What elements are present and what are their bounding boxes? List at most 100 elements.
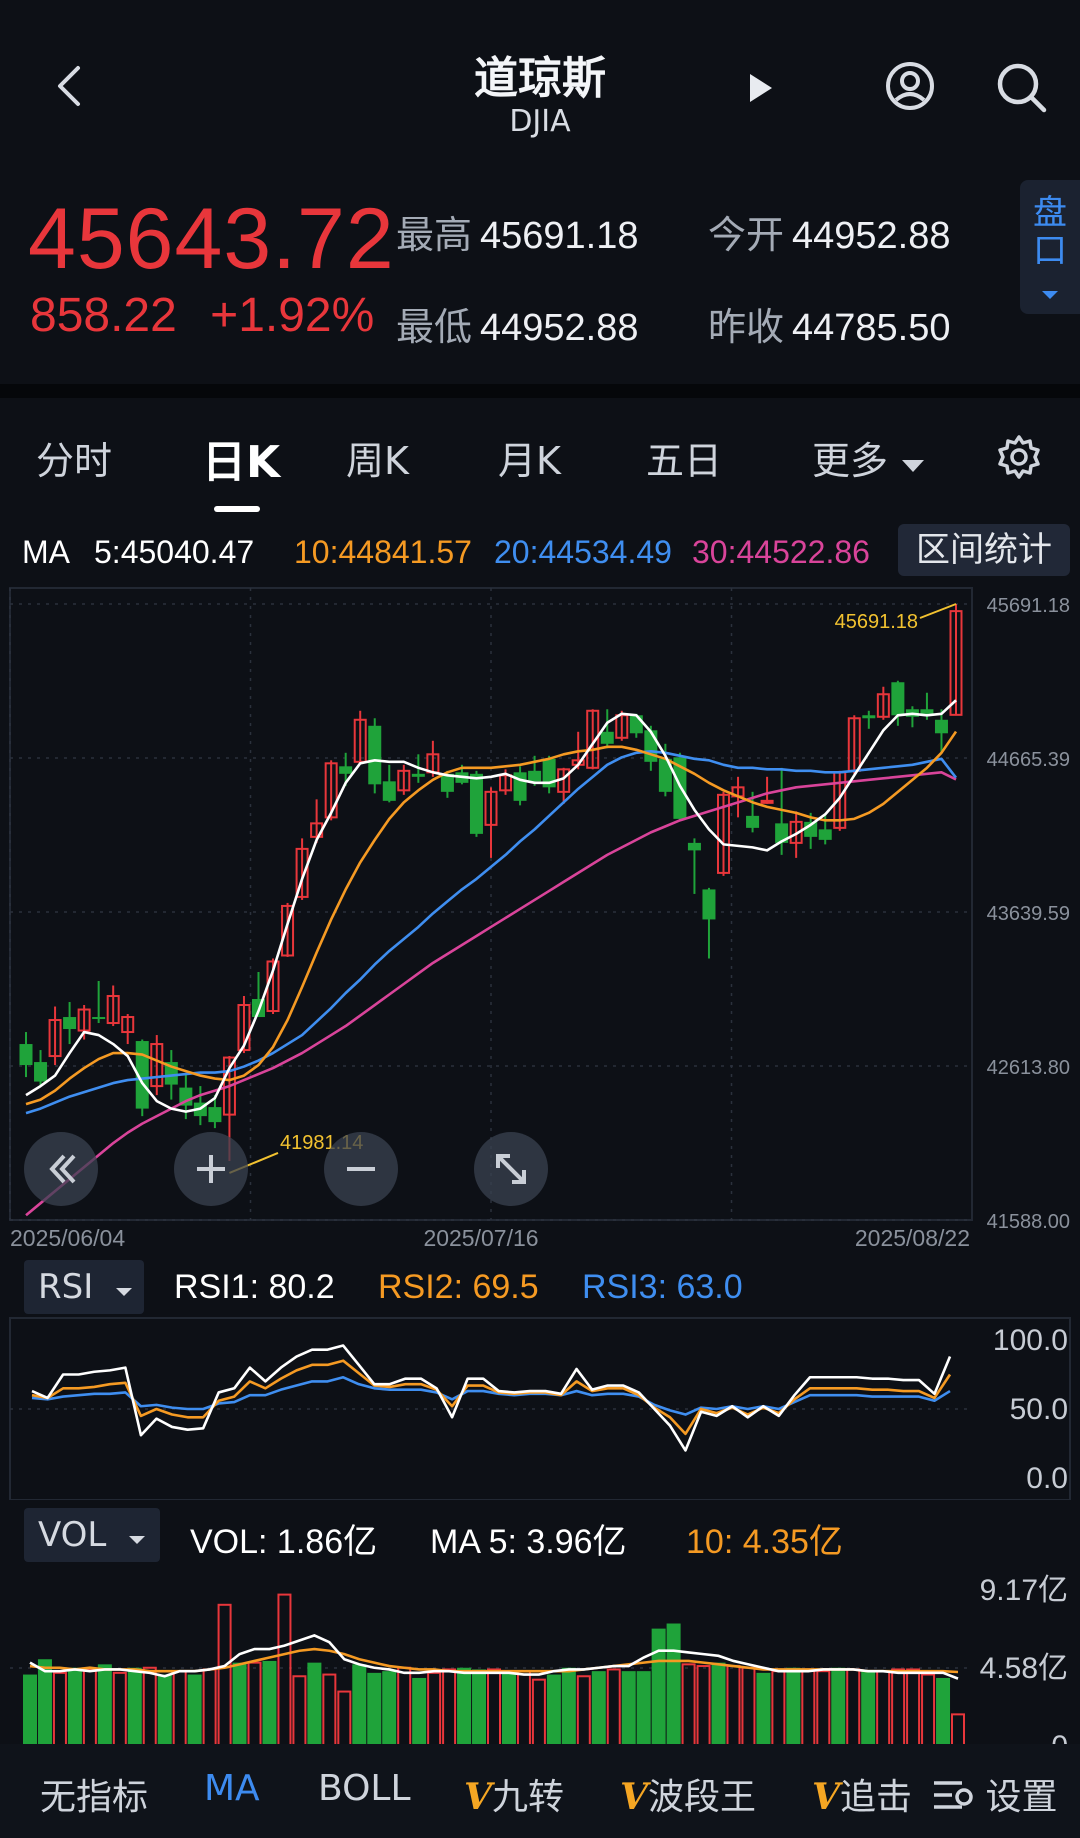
volume-bar-down	[232, 1662, 247, 1746]
ma30-value: 30:44522.86	[692, 534, 870, 570]
change-value: 858.22	[30, 289, 177, 342]
scroll-left-button[interactable]	[24, 1132, 98, 1206]
ma20-value: 20:44534.49	[494, 534, 672, 570]
volume-chart[interactable]: 9.17亿4.58亿0	[0, 1560, 1080, 1750]
zoom-in-button[interactable]	[174, 1132, 248, 1206]
rsi-chart[interactable]: 100.0 50.0 0.0	[0, 1316, 1080, 1500]
volume-bar-up	[681, 1663, 696, 1747]
volume-bar-down	[127, 1667, 142, 1746]
pankou-button[interactable]: 盘口	[1020, 180, 1080, 314]
nav-ma[interactable]: MA	[204, 1768, 260, 1809]
high-marker-label: 45691.18	[835, 611, 918, 633]
volume-bar-down	[621, 1671, 636, 1746]
nav-settings[interactable]: 设置	[932, 1768, 1057, 1820]
candle-down	[411, 773, 425, 777]
range-stats-button[interactable]: 区间统计	[898, 524, 1070, 576]
settings-gear-icon[interactable]	[996, 434, 1042, 480]
candle-down	[644, 730, 658, 762]
volume-bar-up	[322, 1673, 337, 1747]
tab-daily-k[interactable]: 日K	[202, 426, 280, 490]
volume-bar-down	[23, 1674, 37, 1746]
caret-down-icon	[1042, 291, 1058, 299]
tab-weekly-k[interactable]: 周K	[346, 430, 409, 485]
candle-down	[818, 829, 832, 840]
volume-bar-up	[82, 1668, 97, 1747]
price-axis-label: 45691.18	[987, 595, 1070, 617]
volume-bar-down	[861, 1671, 876, 1746]
volume-bar-up	[292, 1675, 307, 1747]
ma10-value: 10:44841.57	[294, 534, 472, 570]
nav-chase[interactable]: V追击	[812, 1768, 912, 1820]
volume-bar-down	[412, 1677, 427, 1746]
next-index-icon[interactable]	[746, 70, 776, 106]
candle-down	[92, 1017, 106, 1020]
candle-down	[920, 709, 934, 714]
volume-bar-up	[891, 1668, 906, 1747]
volume-bar-down	[591, 1671, 606, 1746]
volume-bar-up	[516, 1670, 531, 1747]
low-value: 44952.88	[480, 307, 639, 349]
open-stat: 今开 44952.88	[708, 204, 951, 259]
rsi-selector-label: RSI	[38, 1267, 94, 1307]
volume-bar-up	[442, 1668, 457, 1747]
volume-bar-up	[52, 1671, 67, 1747]
tab-intraday[interactable]: 分时	[36, 430, 112, 485]
price-change: 858.22 +1.92%	[30, 288, 374, 343]
low-label: 最低	[396, 305, 473, 349]
tab-five-day[interactable]: 五日	[646, 430, 722, 485]
search-icon[interactable]	[994, 60, 1048, 114]
nav-no-indicator[interactable]: 无指标	[40, 1768, 148, 1820]
volume-bar-up	[801, 1668, 816, 1747]
candle-down	[746, 815, 760, 828]
fullscreen-button[interactable]	[474, 1132, 548, 1206]
v-badge-icon: V	[620, 1776, 648, 1818]
user-icon[interactable]	[884, 60, 936, 112]
nav-settings-label: 设置	[985, 1777, 1058, 1818]
nav-nine-turn[interactable]: V九转	[464, 1768, 564, 1820]
volume-bar-down	[262, 1660, 277, 1746]
volume-bar-up	[876, 1670, 891, 1747]
rsi-axis-label: 100.0	[993, 1324, 1068, 1357]
rsi3-value: RSI3: 63.0	[582, 1268, 743, 1306]
tab-more-label: 更多	[812, 439, 889, 483]
volume-bar-up	[726, 1665, 741, 1747]
rsi2-value: RSI2: 69.5	[378, 1268, 539, 1306]
tab-monthly-k[interactable]: 月K	[498, 430, 561, 485]
tab-more[interactable]: 更多	[812, 430, 926, 485]
candle-down	[208, 1107, 222, 1123]
candle-down	[368, 725, 382, 785]
expand-icon	[496, 1154, 526, 1184]
price-axis-label: 43639.59	[987, 903, 1070, 925]
volume-bar-down	[382, 1671, 397, 1746]
vol-indicator-selector[interactable]: VOL	[24, 1508, 160, 1562]
double-chevron-left-icon	[49, 1154, 76, 1184]
rsi1-value: RSI1: 80.2	[174, 1268, 335, 1306]
volume-bar-up	[771, 1670, 786, 1747]
volume-bar-up	[906, 1668, 921, 1747]
volume-bar-up	[606, 1668, 621, 1747]
nav-boll[interactable]: BOLL	[318, 1768, 411, 1809]
nav-wave-king[interactable]: V波段王	[620, 1768, 756, 1820]
candle-down	[629, 715, 643, 734]
volume-bar-up	[172, 1670, 187, 1747]
candle-down	[702, 889, 716, 920]
open-value: 44952.88	[792, 215, 951, 257]
candle-down	[382, 781, 396, 801]
high-stat: 最高 45691.18	[396, 204, 639, 259]
volume-bar-up	[741, 1666, 756, 1747]
date-axis-label: 2025/07/16	[423, 1225, 538, 1251]
caret-down-icon	[902, 460, 925, 472]
candle-down	[34, 1062, 48, 1082]
volume-bar-up	[696, 1665, 711, 1747]
volume-bar-up	[217, 1603, 232, 1748]
rsi-indicator-selector[interactable]: RSI	[24, 1260, 144, 1314]
prev-close-value: 44785.50	[792, 307, 951, 349]
candle-down	[19, 1044, 33, 1066]
price-axis-label: 44665.39	[987, 749, 1070, 771]
volume-bar-down	[367, 1672, 382, 1746]
volume-bar-up	[112, 1671, 127, 1747]
rsi-axis-label: 0.0	[1026, 1462, 1068, 1495]
open-label: 今开	[708, 213, 785, 257]
zoom-out-button[interactable]	[324, 1132, 398, 1206]
candle-down	[862, 715, 876, 719]
